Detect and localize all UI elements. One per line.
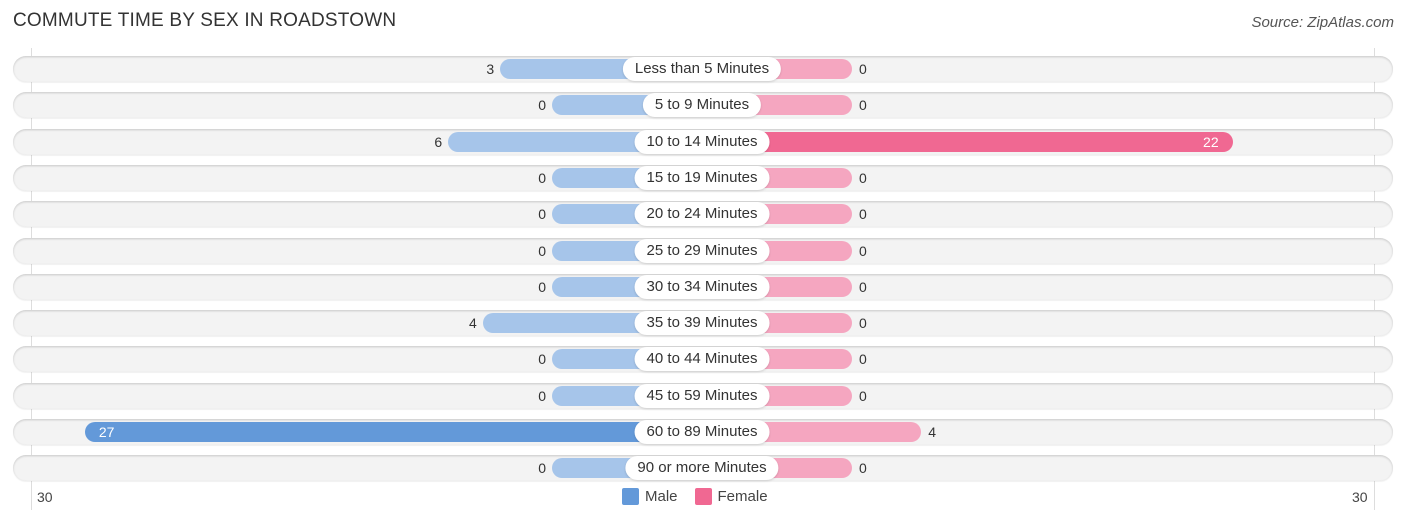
value-label-female: 0 [859, 351, 867, 367]
source-credit: Source: ZipAtlas.com [1251, 14, 1394, 31]
axis-tick-right: 30 [1352, 489, 1368, 505]
category-label: 5 to 9 Minutes [642, 93, 762, 117]
value-label-male: 0 [538, 279, 546, 295]
value-label-female: 0 [859, 315, 867, 331]
value-label-female: 0 [859, 61, 867, 77]
bar-male [84, 422, 702, 442]
value-label-male: 27 [98, 424, 115, 440]
category-label: 45 to 59 Minutes [634, 384, 770, 408]
legend-item-male: Male [622, 488, 678, 505]
chart-title: COMMUTE TIME BY SEX IN ROADSTOWN [13, 10, 397, 31]
value-label-female: 0 [859, 243, 867, 259]
value-label-female: 0 [859, 388, 867, 404]
legend: Male Female [622, 488, 785, 505]
value-label-female: 22 [1203, 134, 1219, 150]
value-label-male: 3 [486, 61, 495, 77]
value-label-male: 6 [434, 134, 443, 150]
value-label-male: 4 [469, 315, 477, 331]
value-label-female: 4 [928, 424, 936, 440]
value-label-female: 0 [859, 170, 867, 186]
axis-tick-left: 30 [37, 489, 53, 505]
legend-swatch-male [622, 488, 639, 505]
category-label: 90 or more Minutes [625, 456, 779, 480]
value-label-male: 0 [538, 243, 546, 259]
value-label-male: 0 [538, 170, 546, 186]
value-label-male: 0 [538, 460, 546, 476]
value-label-male: 0 [538, 351, 546, 367]
value-label-male: 0 [538, 97, 546, 113]
category-label: 35 to 39 Minutes [634, 311, 770, 335]
legend-item-female: Female [694, 488, 768, 505]
legend-label-male: Male [645, 488, 678, 505]
legend-label-female: Female [717, 488, 768, 505]
value-label-male: 0 [538, 388, 546, 404]
value-label-female: 0 [859, 97, 867, 113]
value-label-female: 0 [859, 206, 867, 222]
category-label: 20 to 24 Minutes [634, 202, 770, 226]
category-label: 60 to 89 Minutes [634, 420, 770, 444]
category-label: 40 to 44 Minutes [634, 347, 770, 371]
category-label: 25 to 29 Minutes [634, 239, 770, 263]
category-label: Less than 5 Minutes [622, 57, 782, 81]
value-label-female: 0 [859, 279, 867, 295]
category-label: 10 to 14 Minutes [634, 130, 770, 154]
bar-female [702, 132, 1233, 152]
value-label-female: 0 [859, 460, 867, 476]
category-label: 30 to 34 Minutes [634, 275, 770, 299]
category-label: 15 to 19 Minutes [634, 166, 770, 190]
value-label-male: 0 [538, 206, 546, 222]
legend-swatch-female [694, 488, 712, 505]
